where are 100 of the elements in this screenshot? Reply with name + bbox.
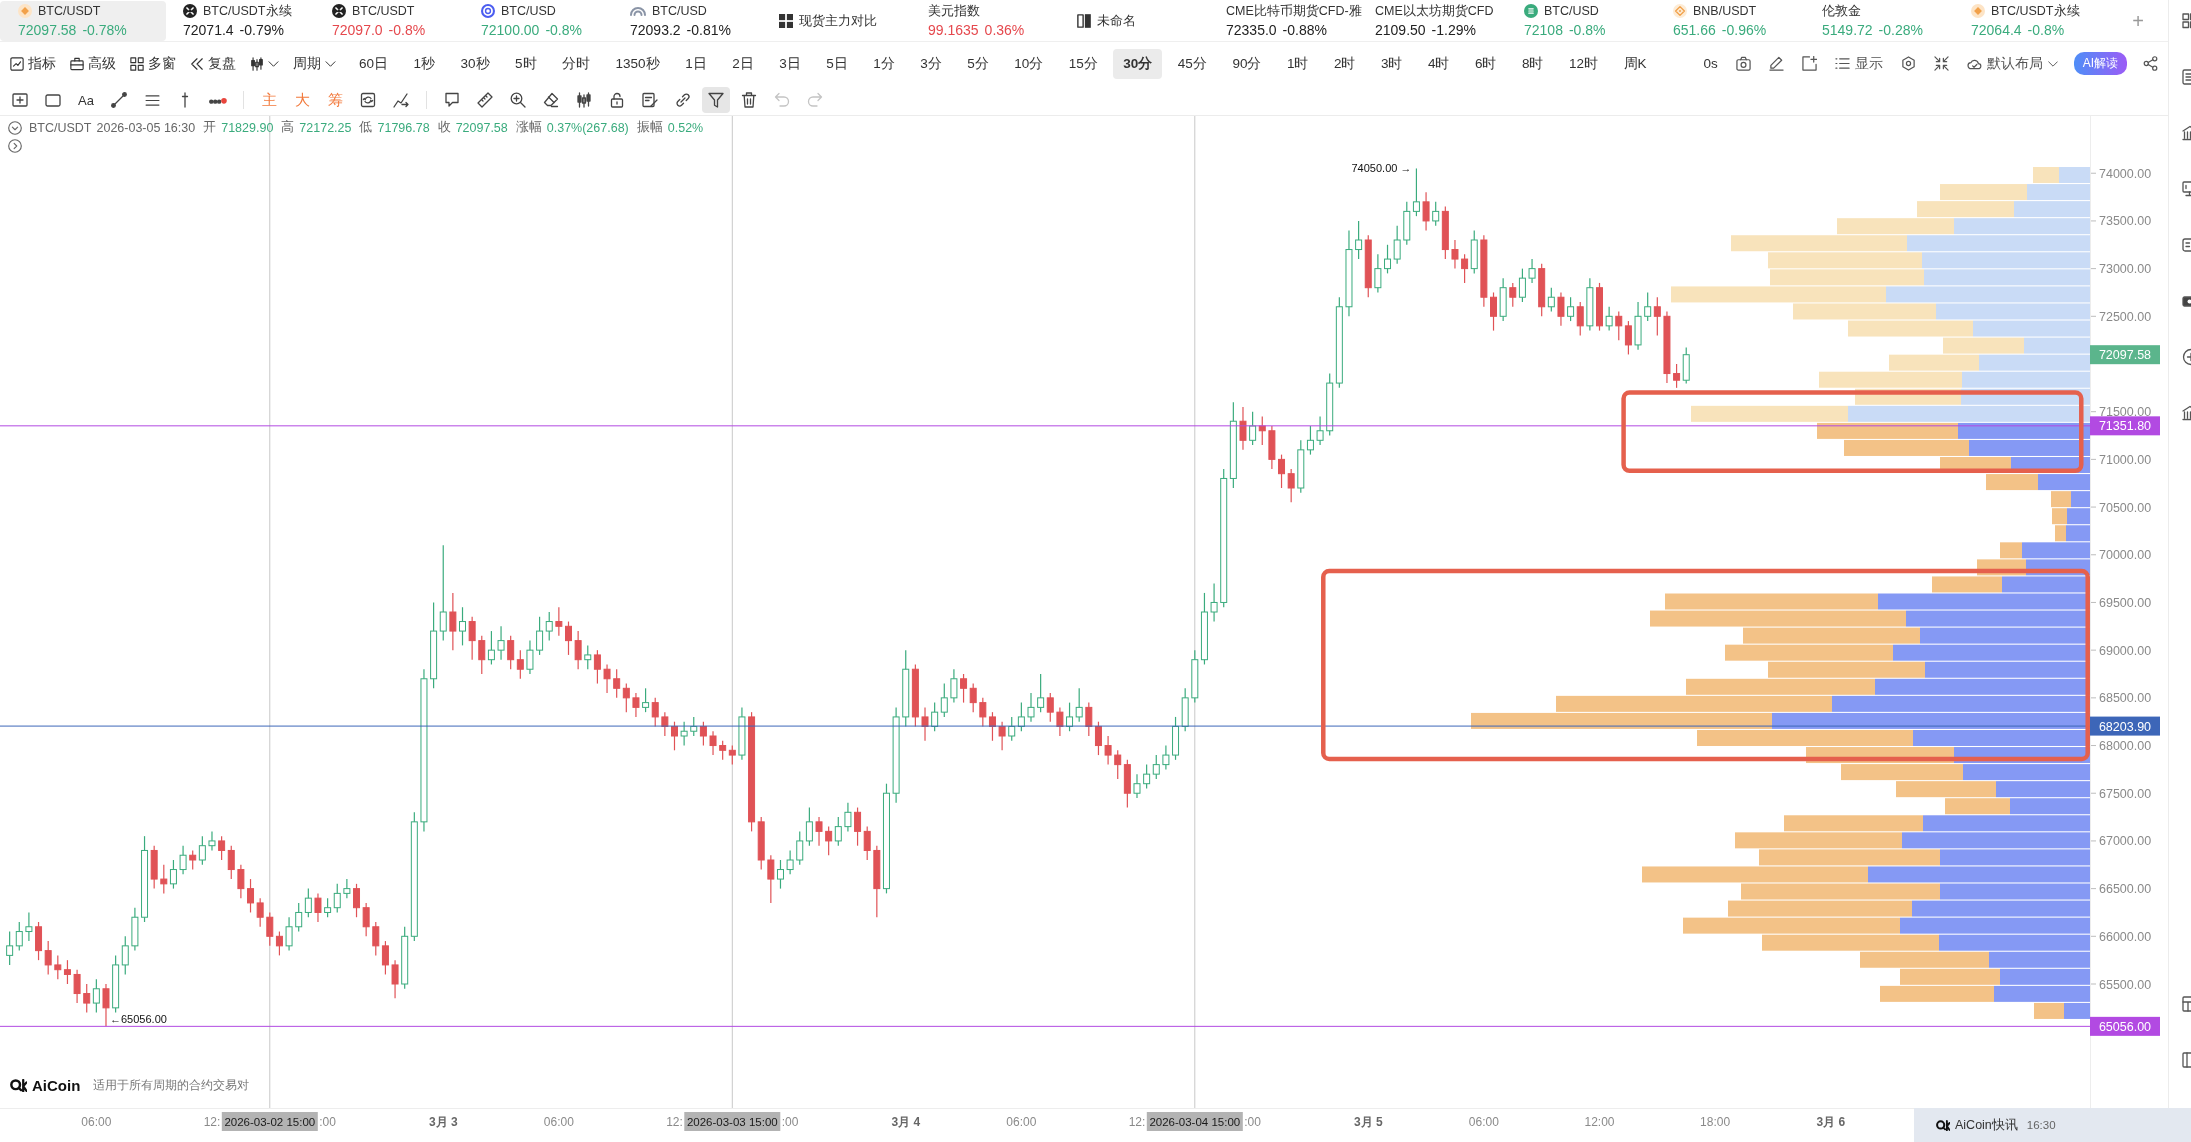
- candle: [468, 616, 476, 661]
- candle: [1490, 291, 1497, 332]
- period-tab[interactable]: 2日: [722, 48, 764, 79]
- screenshot-button[interactable]: [1733, 54, 1753, 73]
- ticker-name: BTC/USD: [501, 4, 556, 18]
- ticker-tab[interactable]: CME比特币期货CFD-雅 72335.0 -0.88%: [1219, 0, 1368, 41]
- trash-icon: [741, 92, 757, 108]
- caret-icon: [325, 60, 336, 67]
- table-icon[interactable]: [2182, 995, 2191, 1013]
- ticker-change: -0.28%: [1878, 22, 1923, 38]
- document-icon[interactable]: [2182, 68, 2191, 86]
- candle: [208, 830, 216, 852]
- period-tab[interactable]: 1分: [863, 48, 905, 79]
- ticker-tab[interactable]: 未命名: [1070, 0, 1219, 41]
- candle: [449, 592, 457, 651]
- countdown-button[interactable]: 0s: [1701, 54, 1720, 73]
- x-axis-label: 12:00: [1584, 1115, 1615, 1129]
- chevron-down-circle-icon[interactable]: [8, 120, 22, 135]
- candle: [1133, 773, 1141, 799]
- candle: [1586, 277, 1594, 332]
- period-tab[interactable]: 周K: [1613, 48, 1657, 79]
- ticker-tab[interactable]: BTC/USD 72108 -0.8%: [1517, 0, 1666, 41]
- text-tool-button[interactable]: Aa: [72, 87, 100, 113]
- note-button[interactable]: [1799, 54, 1819, 73]
- candle: [565, 620, 572, 656]
- period-tab[interactable]: 90分: [1222, 48, 1272, 79]
- candle: [844, 802, 852, 832]
- advanced-button[interactable]: 高级: [67, 50, 119, 77]
- draw-button[interactable]: [1766, 54, 1786, 73]
- candle: [179, 845, 187, 875]
- ticker-tab[interactable]: BTC/USDT永续 72064.4 -0.8%: [1964, 0, 2113, 41]
- period-tab[interactable]: 3日: [769, 48, 811, 79]
- ai-interpret-button[interactable]: AI解读: [2073, 52, 2127, 75]
- period-tab[interactable]: 1日: [675, 48, 717, 79]
- ticker-change: -0.88%: [1282, 22, 1327, 38]
- period-tab[interactable]: 30秒: [450, 48, 500, 79]
- ticker-name: BTC/USDT: [352, 4, 415, 18]
- period-tab[interactable]: 4时: [1417, 48, 1460, 79]
- ref-line-label: 2026-03-04 15:00: [1149, 1116, 1241, 1128]
- replay-button[interactable]: 复盘: [187, 50, 239, 77]
- collapse-button[interactable]: [1931, 54, 1951, 73]
- period-tab[interactable]: 6时: [1464, 48, 1507, 79]
- period-tab[interactable]: 分时: [552, 48, 601, 79]
- ticker-tab[interactable]: 美元指数 99.1635 0.36%: [921, 0, 1070, 41]
- brand-name: AiCoin: [32, 1077, 81, 1094]
- filter-tool-button[interactable]: [702, 87, 730, 113]
- period-tab[interactable]: 15分: [1058, 48, 1108, 79]
- building-icon[interactable]: [2182, 124, 2191, 142]
- y-axis-label: 68500.00: [2099, 691, 2152, 706]
- grid-icon[interactable]: [2182, 12, 2191, 30]
- x-axis-label: 12:: [666, 1115, 683, 1129]
- ticker-tab[interactable]: BTC/USD 72093.2 -0.81%: [623, 0, 772, 41]
- share-button[interactable]: [2141, 54, 2160, 73]
- multi-window-button[interactable]: 多窗: [127, 50, 179, 77]
- ohlc-value: 71829.90: [221, 120, 274, 135]
- indicators-button[interactable]: 指标: [7, 50, 59, 77]
- ticker-tab[interactable]: 现货主力对比: [772, 0, 921, 41]
- columns-icon: [1077, 14, 1091, 28]
- period-tab[interactable]: 10分: [1004, 48, 1054, 79]
- ohlc-value: 0.37%(267.68): [546, 120, 629, 135]
- ohlc-label: 涨幅: [515, 119, 542, 136]
- period-tab[interactable]: 5日: [816, 48, 858, 79]
- period-tab[interactable]: 3时: [1370, 48, 1413, 79]
- layout-dropdown[interactable]: 默认布局: [1964, 52, 2060, 75]
- panel-icon[interactable]: [2182, 1051, 2191, 1069]
- period-tab[interactable]: 5时: [505, 48, 547, 79]
- ticker-change: -0.8%: [545, 22, 582, 38]
- x-axis-label: 06:00: [81, 1115, 112, 1129]
- building-icon[interactable]: [2182, 404, 2191, 422]
- ticker-tab[interactable]: BNB/USDT 651.66 -0.96%: [1666, 0, 1815, 41]
- ticker-tab[interactable]: BTC/USDT 72097.58 -0.78%: [0, 0, 166, 41]
- display-button[interactable]: 显示: [1832, 52, 1885, 75]
- period-dropdown[interactable]: 周期: [290, 50, 339, 77]
- candle: [1393, 225, 1401, 265]
- period-tab[interactable]: 1秒: [403, 48, 446, 79]
- period-tab[interactable]: 5分: [957, 48, 999, 79]
- period-tab[interactable]: 60日: [349, 48, 399, 79]
- period-tab[interactable]: 45分: [1167, 48, 1217, 79]
- period-tab[interactable]: 8时: [1512, 48, 1554, 79]
- period-tab[interactable]: 30分: [1113, 48, 1163, 79]
- period-tab[interactable]: 12时: [1559, 48, 1609, 79]
- ticker-tab[interactable]: BTC/USD 72100.00 -0.8%: [474, 0, 623, 41]
- ticker-price: 72097.0: [332, 22, 383, 38]
- card-icon[interactable]: [2182, 236, 2191, 254]
- ref-line-label: 2026-03-03 15:00: [686, 1116, 778, 1128]
- ticker-price: 72064.4: [1971, 22, 2022, 38]
- period-tab[interactable]: 3分: [910, 48, 952, 79]
- y-axis-label: 72500.00: [2099, 309, 2152, 324]
- ticker-tab[interactable]: 伦敦金 5149.72 -0.28%: [1815, 0, 1964, 41]
- chevron-right-circle-icon[interactable]: [8, 139, 22, 153]
- monitor-icon[interactable]: [2182, 180, 2191, 198]
- caret-icon: [2047, 60, 2058, 67]
- ticker-tab[interactable]: CME以太坊期货CFD 2109.50 -1.29%: [1368, 0, 1517, 41]
- period-tab[interactable]: 2时: [1323, 48, 1366, 79]
- candle: [256, 897, 264, 928]
- news-panel[interactable]: AiCoin快讯 16:30: [1914, 1108, 2191, 1142]
- ticker-tab[interactable]: BTC/USDT永续 72071.4 -0.79%: [176, 0, 325, 41]
- period-tab[interactable]: 1350秒: [605, 48, 670, 79]
- period-tab[interactable]: 1时: [1276, 48, 1319, 79]
- ticker-tab[interactable]: BTC/USDT 72097.0 -0.8%: [325, 0, 474, 41]
